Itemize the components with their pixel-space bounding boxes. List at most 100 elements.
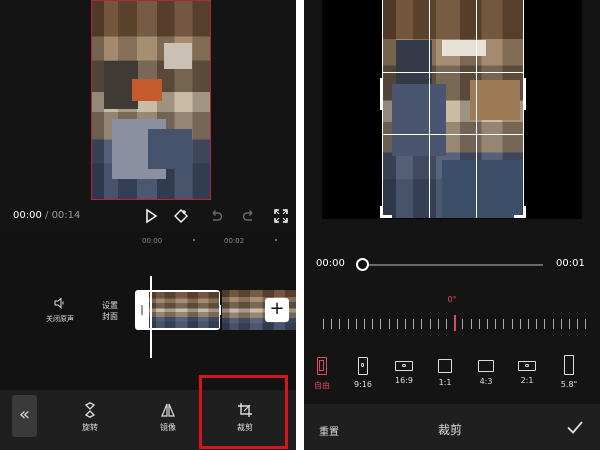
angle-tick bbox=[470, 319, 472, 329]
progress-knob[interactable] bbox=[356, 258, 369, 271]
angle-tick bbox=[487, 319, 488, 329]
mute-label: 关闭原声 bbox=[46, 315, 74, 323]
angle-tick bbox=[552, 319, 554, 329]
ratio-label: 4:3 bbox=[479, 377, 493, 386]
pixel-block bbox=[442, 40, 486, 56]
angle-tick bbox=[347, 319, 349, 329]
pixel-block bbox=[148, 129, 192, 169]
ratio-free[interactable]: 自由 bbox=[307, 357, 337, 391]
rotate-icon bbox=[84, 402, 96, 418]
highlight-annotation bbox=[199, 375, 288, 449]
progress-start-time: 00:00 bbox=[316, 258, 345, 269]
redo-button[interactable] bbox=[240, 207, 258, 225]
four-three-ratio-icon bbox=[478, 360, 494, 372]
angle-tick bbox=[560, 319, 562, 329]
add-clip-button[interactable]: + bbox=[265, 298, 289, 322]
current-time: 00:00 bbox=[13, 210, 42, 221]
playhead[interactable] bbox=[150, 276, 152, 358]
reset-button[interactable]: 重置 bbox=[319, 423, 339, 438]
angle-tick bbox=[528, 319, 529, 329]
set-cover-button[interactable]: 设置 封面 bbox=[96, 300, 124, 322]
angle-tick bbox=[355, 319, 357, 329]
ratio-label: 16:9 bbox=[395, 376, 413, 385]
angle-tick bbox=[380, 319, 382, 329]
confirm-check-icon[interactable] bbox=[566, 418, 584, 436]
clip-thumbnail bbox=[149, 292, 219, 328]
ratio-label: 自由 bbox=[314, 381, 330, 390]
keyframe-icon bbox=[174, 209, 188, 223]
panel-title: 裁剪 bbox=[438, 423, 463, 437]
crop-corner-bottom-right[interactable] bbox=[514, 206, 526, 218]
pixel-block bbox=[132, 79, 162, 101]
ratio-label: 9:16 bbox=[354, 380, 372, 389]
crop-canvas[interactable] bbox=[322, 0, 582, 219]
tiktok-ratio-icon bbox=[358, 357, 368, 375]
crop-handle-right[interactable] bbox=[523, 78, 526, 110]
ratio-1-1[interactable]: 1:1 bbox=[430, 357, 460, 387]
fullscreen-icon bbox=[274, 209, 288, 223]
mirror-label: 镜像 bbox=[160, 423, 176, 432]
mute-original-audio-button[interactable]: 关闭原声 bbox=[42, 297, 78, 324]
angle-tick bbox=[446, 319, 447, 329]
widescreen-ratio-icon bbox=[395, 361, 413, 371]
collapse-button[interactable]: « bbox=[12, 395, 37, 437]
rotate-tool[interactable]: 旋转 bbox=[70, 402, 110, 433]
keyframe-button[interactable] bbox=[172, 207, 190, 225]
ratio-2-1[interactable]: 2:1 bbox=[512, 357, 542, 385]
ratio-5-8-inch[interactable]: 5.8" bbox=[554, 355, 584, 389]
time-display: 00:00 / 00:14 bbox=[13, 210, 80, 221]
angle-tick bbox=[413, 319, 415, 329]
angle-tick bbox=[519, 319, 521, 329]
ratio-9-16[interactable]: 9:16 bbox=[348, 357, 378, 389]
pixel-block bbox=[396, 40, 432, 84]
ratio-16-9[interactable]: 16:9 bbox=[389, 357, 419, 385]
progress-end-time: 00:01 bbox=[556, 258, 585, 269]
clip-handle-right[interactable] bbox=[219, 305, 221, 315]
crop-image bbox=[382, 0, 524, 218]
angle-tick bbox=[536, 319, 538, 329]
fullscreen-button[interactable] bbox=[272, 207, 290, 225]
redo-icon bbox=[242, 210, 253, 221]
angle-tick bbox=[511, 319, 513, 329]
rotation-ruler[interactable] bbox=[321, 315, 587, 333]
ruler-label: 00:00 bbox=[142, 237, 163, 245]
ruler-dot bbox=[275, 239, 277, 241]
speaker-icon bbox=[54, 297, 64, 309]
ruler-label: 00:02 bbox=[224, 237, 245, 245]
angle-tick bbox=[339, 319, 341, 329]
pixel-block bbox=[442, 160, 522, 218]
mirror-tool[interactable]: 镜像 bbox=[148, 402, 188, 433]
free-ratio-icon bbox=[317, 357, 327, 375]
clip-handle-left[interactable] bbox=[141, 305, 143, 315]
undo-button[interactable] bbox=[207, 207, 225, 225]
crop-grid-line bbox=[382, 72, 524, 73]
angle-tick bbox=[331, 319, 333, 329]
angle-tick bbox=[503, 319, 505, 329]
rotation-angle: 0° bbox=[447, 295, 457, 304]
video-clip[interactable] bbox=[135, 290, 220, 330]
angle-tick bbox=[495, 319, 497, 329]
total-time: 00:14 bbox=[51, 210, 81, 221]
progress-slider[interactable] bbox=[360, 264, 543, 266]
pixel-block bbox=[392, 84, 446, 156]
crop-grid-line bbox=[429, 0, 430, 218]
phone-ratio-icon bbox=[564, 355, 574, 375]
crop-panel: 00:00 00:01 0° 自由 9:16 16:9 1:1 4:3 2:1 … bbox=[304, 0, 600, 450]
crop-grid-line bbox=[476, 0, 477, 218]
play-button[interactable] bbox=[142, 207, 160, 225]
pixel-block bbox=[164, 43, 192, 69]
angle-tick bbox=[462, 319, 464, 329]
mirror-icon bbox=[161, 403, 175, 417]
crop-corner-bottom-left[interactable] bbox=[380, 206, 392, 218]
angle-tick bbox=[372, 319, 374, 329]
ratio-4-3[interactable]: 4:3 bbox=[471, 357, 501, 386]
crop-handle-left[interactable] bbox=[380, 78, 383, 110]
angle-tick bbox=[323, 319, 324, 329]
angle-tick bbox=[577, 319, 579, 329]
angle-tick bbox=[364, 319, 365, 329]
video-preview bbox=[91, 0, 211, 200]
angle-tick bbox=[437, 319, 439, 329]
play-icon bbox=[146, 208, 158, 224]
angle-tick bbox=[585, 319, 587, 329]
ratio-label: 5.8" bbox=[560, 380, 578, 389]
